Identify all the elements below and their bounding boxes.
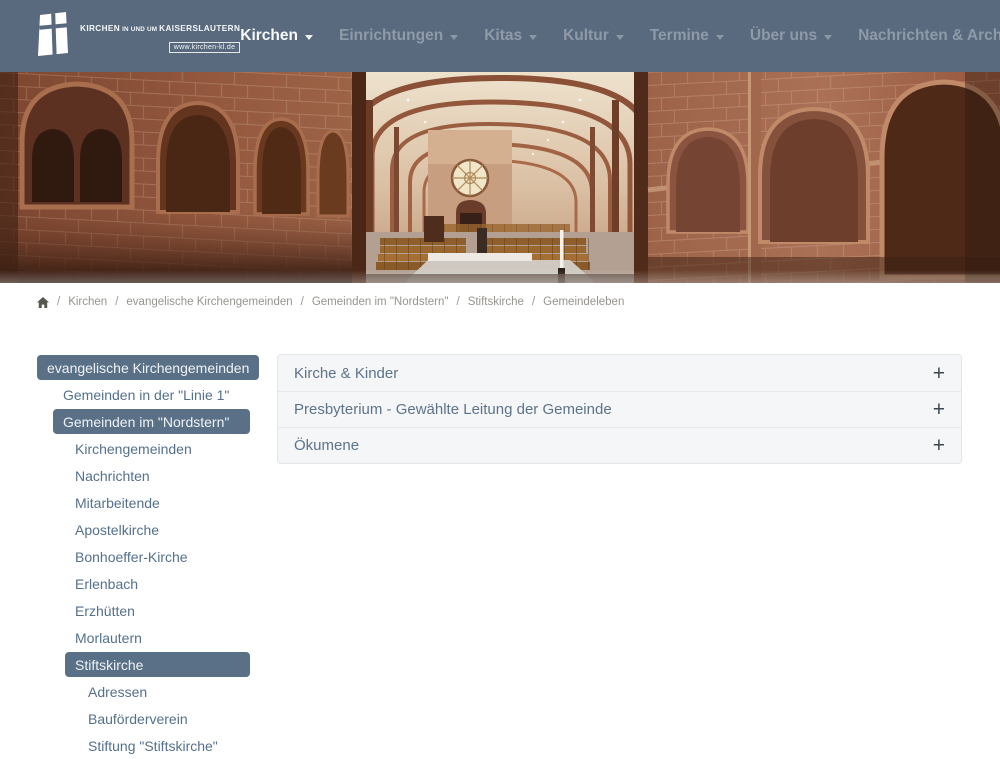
breadcrumb-item-gemeindeleben: Gemeindeleben (543, 296, 624, 308)
chevron-down-icon (305, 35, 313, 40)
chevron-down-icon (716, 35, 724, 40)
sidebar-item-erzhuetten[interactable]: Erzhütten (65, 598, 250, 623)
nav-item-nachrichten-archiv[interactable]: Nachrichten & Archiv (858, 27, 1000, 45)
panel-title: Presbyterium - Gewählte Leitung der Geme… (294, 401, 612, 418)
breadcrumb-separator: / (57, 296, 60, 308)
chevron-down-icon (616, 35, 624, 40)
accordion-panel-oekumene[interactable]: Ökumene + (278, 427, 961, 463)
plus-icon: + (933, 435, 945, 456)
sidebar-item-baufoerderverein[interactable]: Bauförderverein (78, 706, 250, 731)
sidebar-item-morlautern[interactable]: Morlautern (65, 625, 250, 650)
chevron-down-icon (450, 35, 458, 40)
accordion-panel-kirche-kinder[interactable]: Kirche & Kinder + (278, 355, 961, 391)
nav-item-kirchen[interactable]: Kirchen (240, 27, 313, 45)
sidebar-item-bonhoeffer-kirche[interactable]: Bonhoeffer-Kirche (65, 544, 250, 569)
hero-image (0, 72, 1000, 283)
window-cross-logo-icon (35, 12, 71, 61)
sidebar-item-stiftung-stiftskirche[interactable]: Stiftung "Stiftskirche" (78, 733, 250, 758)
plus-icon: + (933, 399, 945, 420)
breadcrumb-item-ev-kirchengemeinden[interactable]: evangelische Kirchengemeinden (126, 296, 292, 308)
breadcrumb-separator: / (456, 296, 459, 308)
chevron-down-icon (824, 35, 832, 40)
logo-text: KIRCHENIN UND UMKAISERSLAUTERN www.kirch… (80, 18, 240, 54)
breadcrumb: / Kirchen / evangelische Kirchengemeinde… (0, 283, 1000, 318)
sidebar-item-mitarbeitende[interactable]: Mitarbeitende (65, 490, 250, 515)
site-logo[interactable]: KIRCHENIN UND UMKAISERSLAUTERN www.kirch… (35, 12, 240, 61)
main-content: evangelische Kirchengemeinden Gemeinden … (37, 354, 962, 759)
breadcrumb-item-gemeinden-nordstern[interactable]: Gemeinden im "Nordstern" (312, 296, 449, 308)
sidebar-item-apostelkirche[interactable]: Apostelkirche (65, 517, 250, 542)
sidebar-item-gemeinden-linie-1[interactable]: Gemeinden in der "Linie 1" (53, 382, 250, 407)
header: KIRCHENIN UND UMKAISERSLAUTERN www.kirch… (0, 0, 1000, 72)
nav-item-ueber-uns[interactable]: Über uns (750, 27, 832, 45)
home-icon[interactable] (37, 297, 49, 308)
sidebar-item-nachrichten[interactable]: Nachrichten (65, 463, 250, 488)
sidebar-item-adressen[interactable]: Adressen (78, 679, 250, 704)
panel-title: Ökumene (294, 437, 359, 454)
nav-item-kitas[interactable]: Kitas (484, 27, 537, 45)
main-nav: Kirchen Einrichtungen Kitas Kultur Termi… (240, 27, 1000, 45)
accordion-panels: Kirche & Kinder + Presbyterium - Gewählt… (277, 354, 962, 464)
breadcrumb-separator: / (532, 296, 535, 308)
logo-url: www.kirchen-kl.de (169, 42, 241, 53)
accordion-panel-presbyterium[interactable]: Presbyterium - Gewählte Leitung der Geme… (278, 391, 961, 427)
breadcrumb-separator: / (301, 296, 304, 308)
chevron-down-icon (529, 35, 537, 40)
sidebar-item-evangelische-kirchengemeinden[interactable]: evangelische Kirchengemeinden (37, 355, 259, 380)
sidebar-navigation: evangelische Kirchengemeinden Gemeinden … (37, 354, 250, 759)
breadcrumb-separator: / (115, 296, 118, 308)
nav-item-kultur[interactable]: Kultur (563, 27, 624, 45)
sidebar-item-erlenbach[interactable]: Erlenbach (65, 571, 250, 596)
sidebar-item-kirchengemeinden[interactable]: Kirchengemeinden (65, 436, 250, 461)
breadcrumb-item-kirchen[interactable]: Kirchen (68, 296, 107, 308)
breadcrumb-item-stiftskirche[interactable]: Stiftskirche (468, 296, 524, 308)
panel-title: Kirche & Kinder (294, 365, 398, 382)
sidebar-item-gemeinden-nordstern[interactable]: Gemeinden im "Nordstern" (53, 409, 250, 434)
sidebar-item-stiftskirche[interactable]: Stiftskirche (65, 652, 250, 677)
nav-item-termine[interactable]: Termine (650, 27, 724, 45)
nav-item-einrichtungen[interactable]: Einrichtungen (339, 27, 458, 45)
plus-icon: + (933, 363, 945, 384)
